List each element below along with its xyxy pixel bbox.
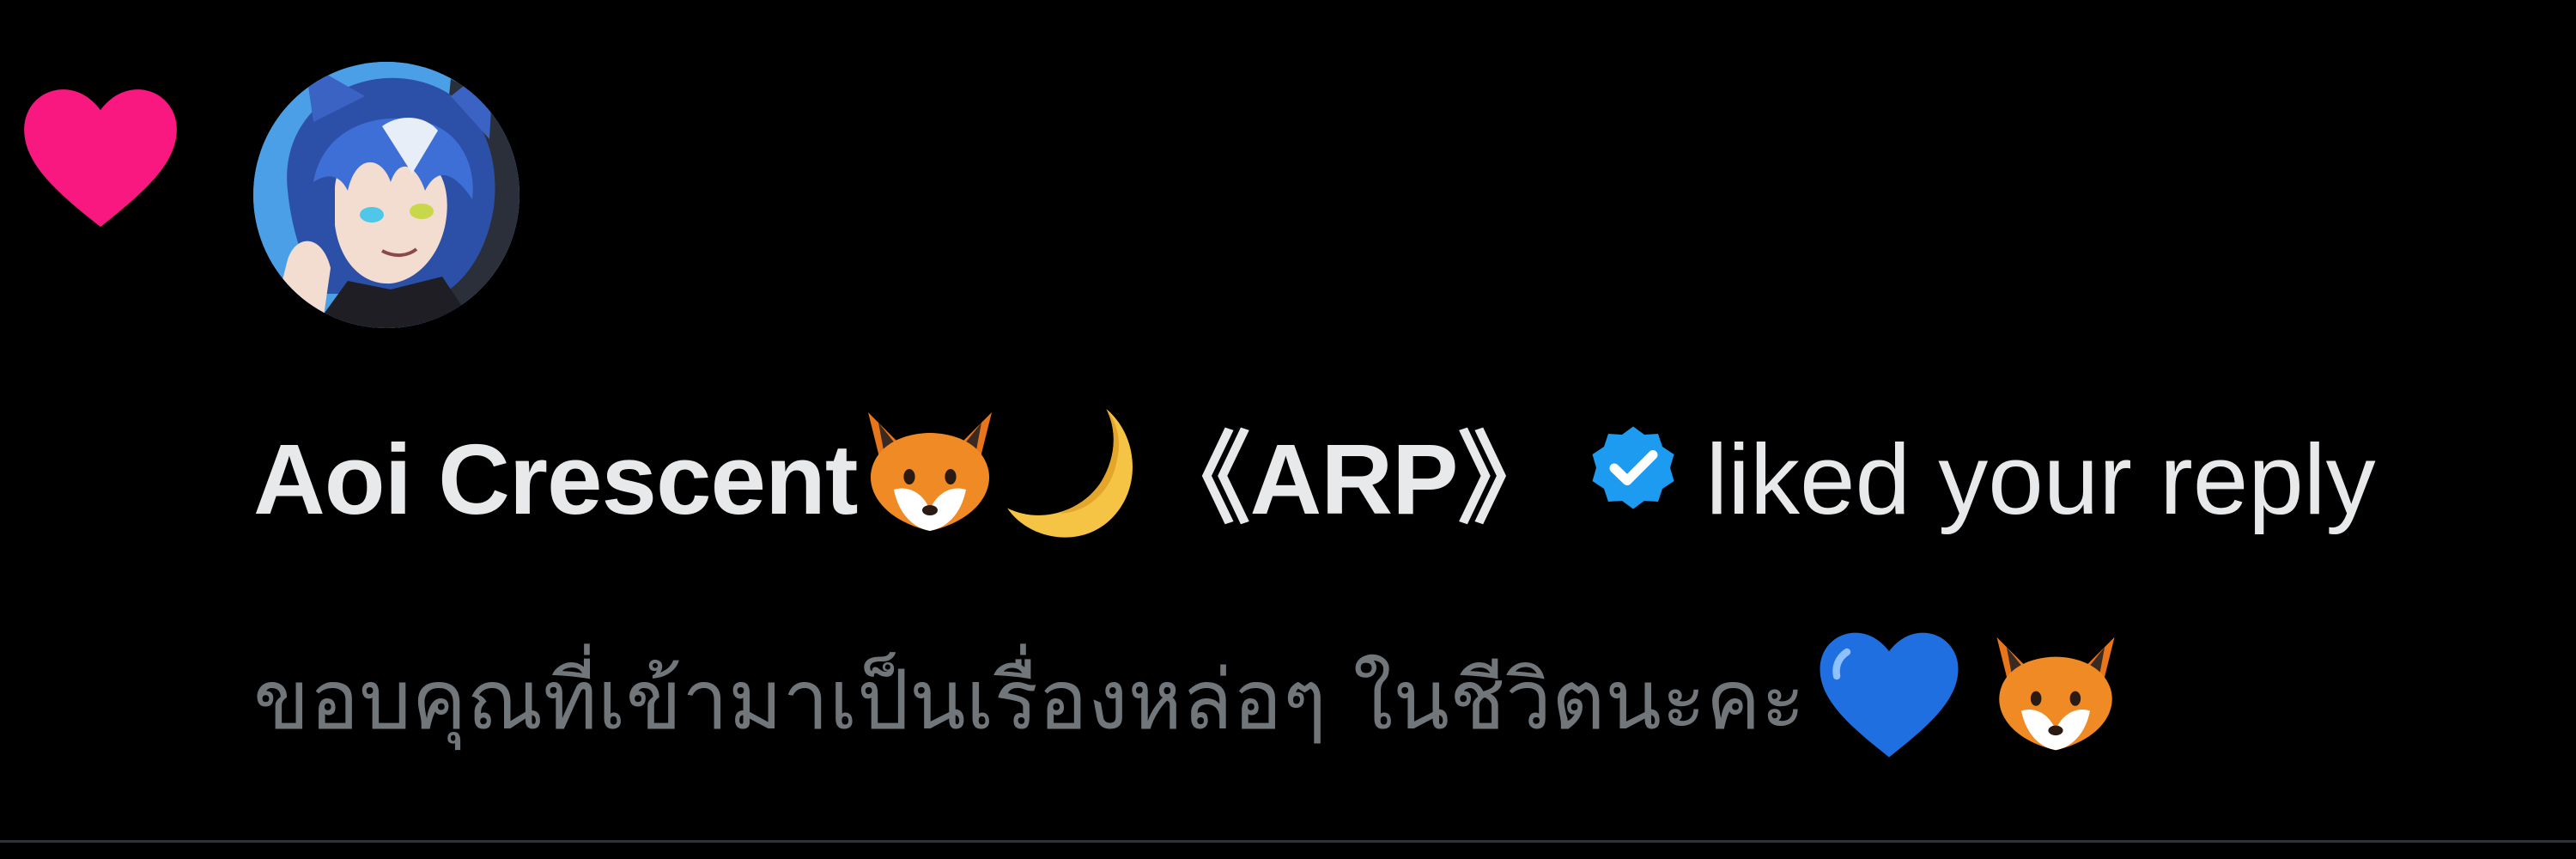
display-name[interactable]: Aoi Crescent	[253, 430, 859, 529]
action-text: liked your reply	[1705, 423, 2376, 535]
avatar[interactable]	[253, 62, 519, 328]
avatar-image	[253, 62, 519, 328]
verified-badge-icon	[1582, 420, 1685, 539]
fox-emoji	[858, 407, 1002, 551]
reply-preview[interactable]: ขอบคุณที่เข้ามาเป็นเรื่องหล่อๆ ในชีวิตนะ…	[253, 627, 2124, 773]
divider	[0, 840, 2576, 843]
heart-icon	[24, 89, 177, 228]
fox-emoji	[1987, 631, 2124, 769]
preview-text: ขอบคุณที่เข้ามาเป็นเรื่องหล่อๆ ในชีวิตนะ…	[253, 652, 1806, 748]
notification-headline: Aoi Crescent 《ARP》 liked your reply	[253, 409, 2376, 548]
blue-heart-emoji	[1817, 625, 1961, 776]
like-notification[interactable]: Aoi Crescent 《ARP》 liked your reply ขอบค…	[0, 0, 2576, 840]
crescent-moon-emoji	[1002, 399, 1148, 560]
name-tag: 《ARP》	[1151, 423, 1558, 535]
